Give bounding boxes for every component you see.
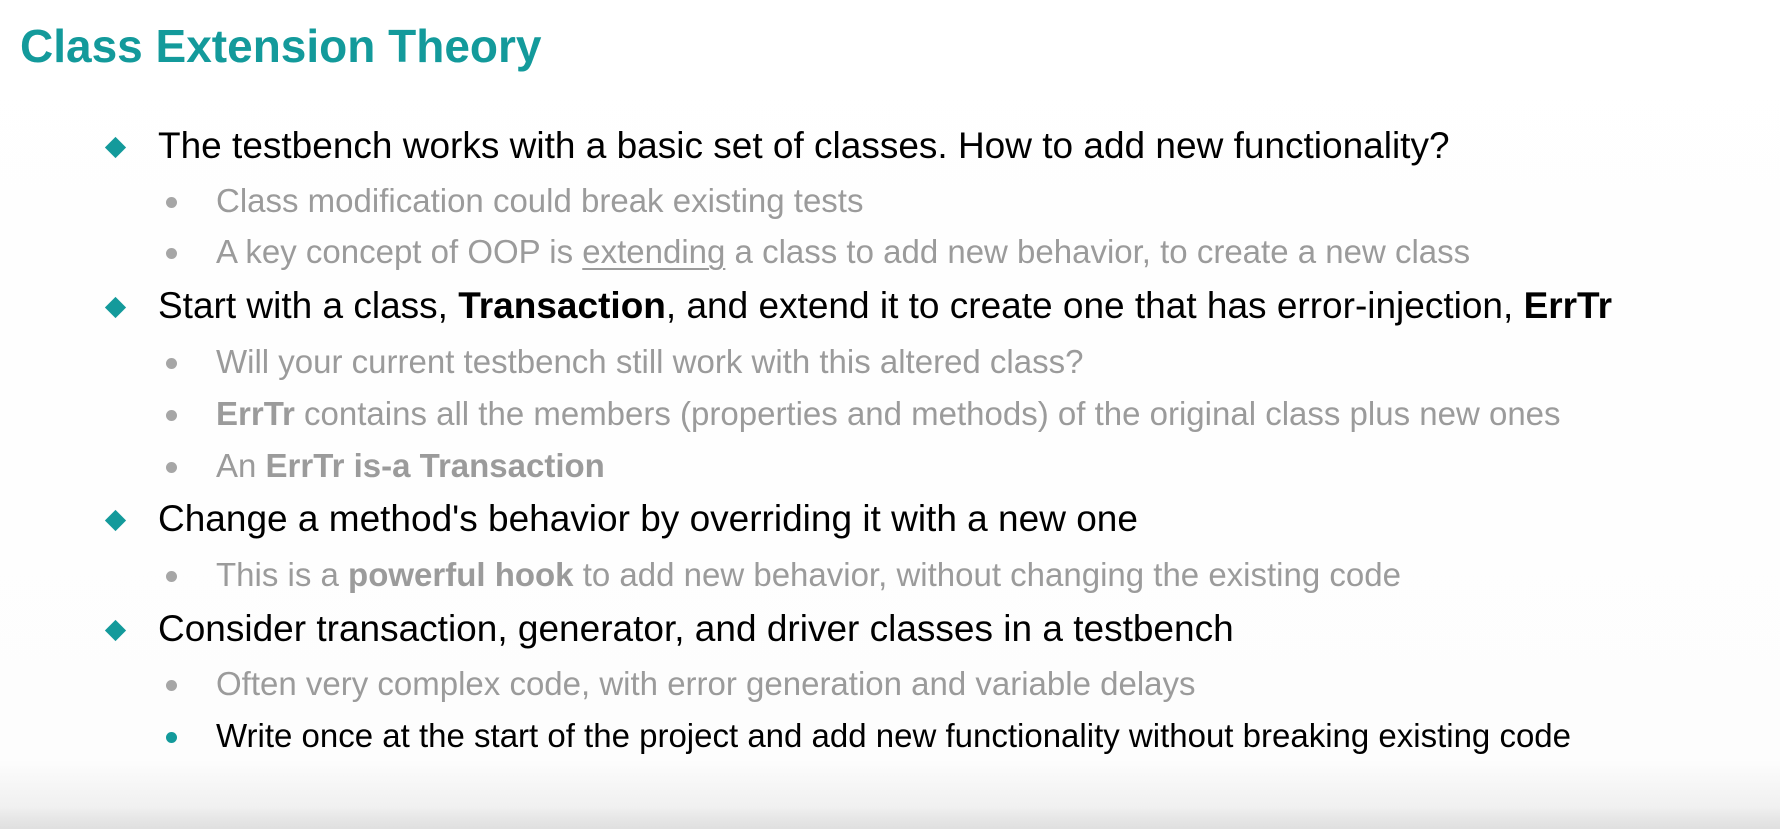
bullet-2-sub-3: An ErrTr is-a Transaction	[216, 445, 605, 487]
slide-bottom-edge	[0, 807, 1780, 829]
errtr-term: ErrTr	[1523, 285, 1613, 326]
is-a-phrase: ErrTr is-a Transaction	[265, 447, 605, 484]
dot-bullet-icon	[166, 462, 177, 473]
dot-bullet-icon	[166, 248, 177, 259]
dot-bullet-icon	[166, 732, 177, 743]
bullet-2-sub-2-part-b: contains all the members (properties and…	[294, 395, 1561, 432]
bullet-1-sub-2-part-c: a class to add new behavior, to create a…	[725, 233, 1471, 270]
transaction-term: Transaction	[458, 285, 666, 326]
dot-bullet-icon	[166, 410, 177, 421]
bullet-1-sub-2: A key concept of OOP is extending a clas…	[216, 231, 1470, 273]
bullet-4-sub-2: Write once at the start of the project a…	[216, 717, 1572, 754]
bullet-2-sub-2: ErrTr contains all the members (properti…	[216, 393, 1561, 435]
diamond-bullet-icon	[104, 136, 127, 159]
bullet-4-sub-1: Often very complex code, with error gene…	[216, 665, 1196, 702]
errtr-term: ErrTr	[216, 395, 295, 432]
bullet-3-sub-1-part-c: to add new behavior, without changing th…	[573, 556, 1401, 593]
bullet-2-sub-1: Will your current testbench still work w…	[216, 343, 1084, 380]
dot-bullet-icon	[166, 680, 177, 691]
bullet-1-text: The testbench works with a basic set of …	[158, 125, 1450, 166]
bullet-1-sub-1: Class modification could break existing …	[216, 182, 864, 219]
bullet-2-part-a: Start with a class,	[158, 285, 459, 326]
powerful-hook-term: powerful hook	[348, 556, 574, 593]
bullet-3-sub-1-part-a: This is a	[216, 556, 349, 593]
dot-bullet-icon	[166, 571, 177, 582]
dot-bullet-icon	[166, 358, 177, 369]
diamond-bullet-icon	[104, 296, 127, 319]
bullet-3-text: Change a method's behavior by overriding…	[158, 498, 1138, 539]
bullet-list: The testbench works with a basic set of …	[0, 0, 1780, 829]
bullet-2-text: Start with a class, Transaction, and ext…	[158, 283, 1612, 329]
bullet-1-sub-2-part-a: A key concept of OOP is	[216, 233, 583, 270]
bullet-2-part-c: , and extend it to create one that has e…	[665, 285, 1524, 326]
bullet-4-text: Consider transaction, generator, and dri…	[158, 608, 1234, 649]
bullet-3-sub-1: This is a powerful hook to add new behav…	[216, 554, 1401, 596]
bullet-2-sub-3-part-a: An	[216, 447, 266, 484]
dot-bullet-icon	[166, 197, 177, 208]
diamond-bullet-icon	[104, 619, 127, 642]
extending-term: extending	[582, 233, 726, 270]
diamond-bullet-icon	[104, 509, 127, 532]
